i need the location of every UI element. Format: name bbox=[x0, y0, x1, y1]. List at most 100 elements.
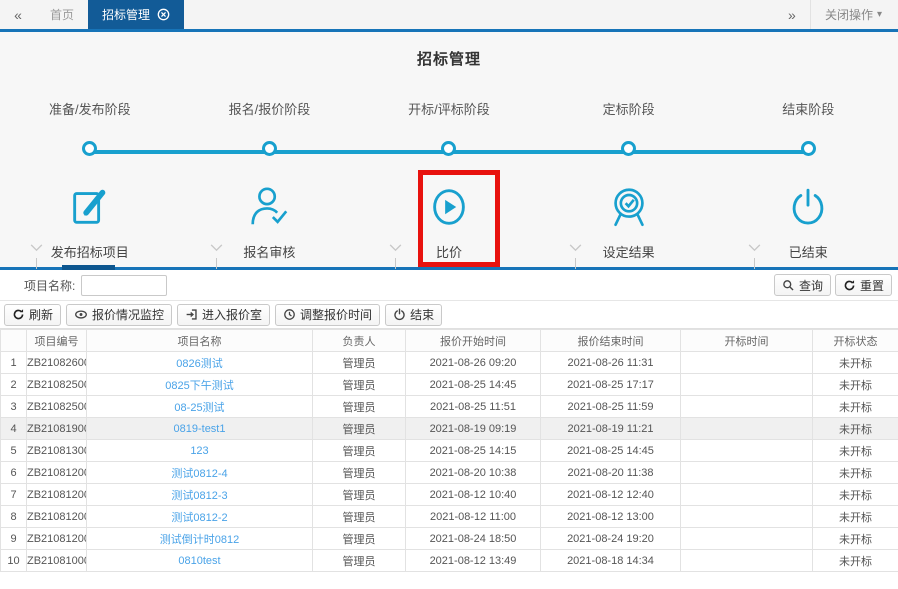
power-icon bbox=[393, 308, 406, 321]
close-operations-label: 关闭操作 bbox=[825, 6, 873, 23]
stage-tab-review-label: 报名审核 bbox=[243, 245, 295, 260]
phase-label-row: 准备/发布阶段 报名/报价阶段 开标/评标阶段 定标阶段 结束阶段 bbox=[0, 99, 898, 118]
target-check-icon[interactable] bbox=[606, 184, 652, 230]
chevron-down-icon bbox=[389, 244, 402, 252]
tab-bid-management-label: 招标管理 bbox=[102, 6, 150, 23]
stage-icons-row bbox=[0, 178, 898, 236]
project-name-link[interactable]: 123 bbox=[87, 440, 313, 462]
project-owner: 管理员 bbox=[313, 462, 406, 484]
row-index: 5 bbox=[1, 440, 27, 462]
table-row[interactable]: 4 ZB210819001 0819-test1 管理员 2021-08-19 … bbox=[1, 418, 898, 440]
stage-tab-publish[interactable]: 发布招标项目 bbox=[0, 242, 180, 261]
project-owner: 管理员 bbox=[313, 506, 406, 528]
edit-icon[interactable] bbox=[67, 184, 113, 230]
refresh-icon bbox=[12, 308, 25, 321]
quote-monitor-button-label: 报价情况监控 bbox=[92, 306, 164, 323]
expand-tabs-icon[interactable]: » bbox=[774, 0, 810, 29]
bid-open-time bbox=[681, 528, 813, 550]
stage-tab-compare-label: 比价 bbox=[436, 245, 462, 260]
power-icon[interactable] bbox=[785, 184, 831, 230]
project-name-label: 项目名称: bbox=[24, 277, 75, 294]
eye-icon bbox=[74, 308, 88, 321]
project-code: ZB210826001 bbox=[27, 352, 87, 374]
stage-tab-compare[interactable]: 比价 bbox=[359, 242, 539, 261]
bid-open-time bbox=[681, 462, 813, 484]
table-row[interactable]: 2 ZB210825003 0825下午测试 管理员 2021-08-25 14… bbox=[1, 374, 898, 396]
tab-home[interactable]: 首页 bbox=[36, 0, 88, 29]
reset-button-label: 重置 bbox=[860, 277, 884, 294]
table-row[interactable]: 8 ZB210812002 测试0812-2 管理员 2021-08-12 11… bbox=[1, 506, 898, 528]
play-circle-icon[interactable] bbox=[426, 184, 472, 230]
project-name-link[interactable]: 0825下午测试 bbox=[87, 374, 313, 396]
table-row[interactable]: 3 ZB210825001 08-25测试 管理员 2021-08-25 11:… bbox=[1, 396, 898, 418]
col-header-status: 开标状态 bbox=[813, 330, 898, 352]
project-name-link[interactable]: 08-25测试 bbox=[87, 396, 313, 418]
project-name-link[interactable]: 测试倒计时0812 bbox=[87, 528, 313, 550]
table-row[interactable]: 7 ZB210812003 测试0812-3 管理员 2021-08-12 10… bbox=[1, 484, 898, 506]
tab-bid-management[interactable]: 招标管理 bbox=[88, 0, 184, 29]
query-button[interactable]: 查询 bbox=[774, 274, 831, 296]
project-owner: 管理员 bbox=[313, 484, 406, 506]
project-owner: 管理员 bbox=[313, 550, 406, 572]
collapse-tabs-icon[interactable]: « bbox=[0, 0, 36, 29]
bid-open-status: 未开标 bbox=[813, 484, 898, 506]
bid-open-time bbox=[681, 550, 813, 572]
col-header-name: 项目名称 bbox=[87, 330, 313, 352]
quote-end-time: 2021-08-12 13:00 bbox=[541, 506, 681, 528]
project-name-link[interactable]: 测试0812-4 bbox=[87, 462, 313, 484]
quote-monitor-button[interactable]: 报价情况监控 bbox=[66, 304, 172, 326]
close-operations-dropdown[interactable]: 关闭操作 ▾ bbox=[810, 0, 898, 29]
project-owner: 管理员 bbox=[313, 528, 406, 550]
stage-tab-review[interactable]: 报名审核 bbox=[180, 242, 360, 261]
project-owner: 管理员 bbox=[313, 374, 406, 396]
table-row[interactable]: 6 ZB210812004 测试0812-4 管理员 2021-08-20 10… bbox=[1, 462, 898, 484]
reset-button[interactable]: 重置 bbox=[835, 274, 892, 296]
table-row[interactable]: 1 ZB210826001 0826测试 管理员 2021-08-26 09:2… bbox=[1, 352, 898, 374]
project-name-link[interactable]: 0826测试 bbox=[87, 352, 313, 374]
quote-end-time: 2021-08-25 17:17 bbox=[541, 374, 681, 396]
table-row[interactable]: 9 ZB210812001 测试倒计时0812 管理员 2021-08-24 1… bbox=[1, 528, 898, 550]
project-code: ZB210812003 bbox=[27, 484, 87, 506]
enter-quote-room-button-label: 进入报价室 bbox=[202, 306, 262, 323]
quote-end-time: 2021-08-12 12:40 bbox=[541, 484, 681, 506]
process-timeline bbox=[0, 140, 898, 164]
phase-label-award: 定标阶段 bbox=[539, 99, 719, 118]
end-button[interactable]: 结束 bbox=[385, 304, 442, 326]
refresh-button[interactable]: 刷新 bbox=[4, 304, 61, 326]
table-header-row: 项目编号 项目名称 负责人 报价开始时间 报价结束时间 开标时间 开标状态 bbox=[1, 330, 898, 352]
tab-home-label: 首页 bbox=[50, 6, 74, 23]
tabbar-spacer bbox=[184, 0, 774, 29]
quote-start-time: 2021-08-25 14:45 bbox=[406, 374, 541, 396]
project-name-input[interactable] bbox=[81, 275, 167, 296]
quote-start-time: 2021-08-12 11:00 bbox=[406, 506, 541, 528]
bid-open-status: 未开标 bbox=[813, 396, 898, 418]
row-index: 4 bbox=[1, 418, 27, 440]
user-check-icon[interactable] bbox=[246, 184, 292, 230]
project-code: ZB210819001 bbox=[27, 418, 87, 440]
project-name-link[interactable]: 0810test bbox=[87, 550, 313, 572]
phase-label-prepare: 准备/发布阶段 bbox=[0, 99, 180, 118]
search-bar: 项目名称: 查询 重置 bbox=[0, 270, 898, 301]
project-name-link[interactable]: 0819-test1 bbox=[87, 418, 313, 440]
stage-tab-finished[interactable]: 已结束 bbox=[718, 242, 898, 261]
enter-quote-room-button[interactable]: 进入报价室 bbox=[177, 304, 270, 326]
col-header-code: 项目编号 bbox=[27, 330, 87, 352]
project-owner: 管理员 bbox=[313, 396, 406, 418]
phase-label-open: 开标/评标阶段 bbox=[359, 99, 539, 118]
project-name-link[interactable]: 测试0812-3 bbox=[87, 484, 313, 506]
adjust-quote-time-button[interactable]: 调整报价时间 bbox=[275, 304, 380, 326]
page-title: 招标管理 bbox=[0, 32, 898, 69]
bid-open-time bbox=[681, 506, 813, 528]
bid-open-time bbox=[681, 418, 813, 440]
quote-start-time: 2021-08-25 11:51 bbox=[406, 396, 541, 418]
stage-tab-result[interactable]: 设定结果 bbox=[539, 242, 719, 261]
table-row[interactable]: 10 ZB210810001 0810test 管理员 2021-08-12 1… bbox=[1, 550, 898, 572]
close-tab-icon[interactable] bbox=[157, 8, 170, 21]
chevron-down-icon bbox=[210, 244, 223, 252]
bid-open-time bbox=[681, 396, 813, 418]
quote-end-time: 2021-08-20 11:38 bbox=[541, 462, 681, 484]
bid-open-time bbox=[681, 352, 813, 374]
project-name-link[interactable]: 测试0812-2 bbox=[87, 506, 313, 528]
quote-start-time: 2021-08-12 10:40 bbox=[406, 484, 541, 506]
table-row[interactable]: 5 ZB210813001 123 管理员 2021-08-25 14:15 2… bbox=[1, 440, 898, 462]
